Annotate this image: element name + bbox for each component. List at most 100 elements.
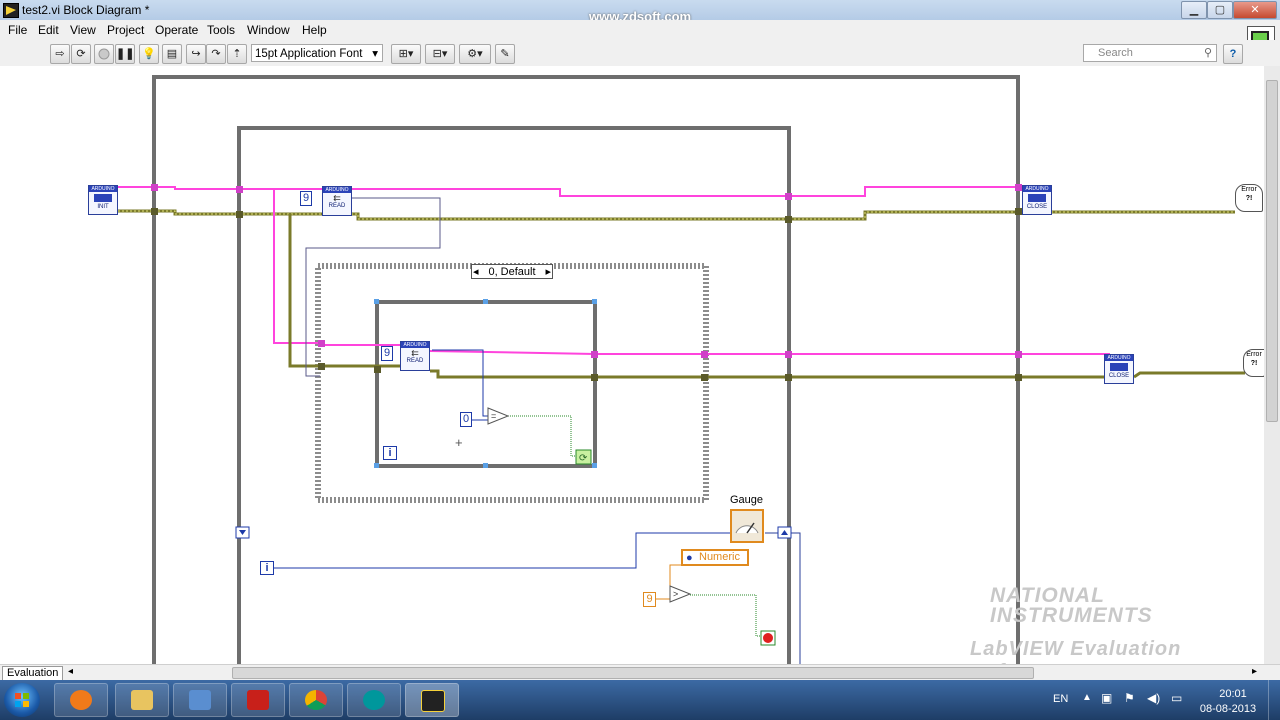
exclamation-icon: ?! bbox=[1245, 195, 1253, 202]
reorder-icon[interactable]: ⚙▾ bbox=[459, 44, 491, 64]
board-icon bbox=[94, 194, 112, 202]
menu-edit[interactable]: Edit bbox=[38, 23, 59, 37]
taskbar-file-explorer[interactable] bbox=[115, 683, 169, 717]
board-icon bbox=[1028, 194, 1046, 202]
svg-text:+: + bbox=[455, 435, 463, 450]
language-indicator[interactable]: EN bbox=[1053, 693, 1068, 705]
read-arrow-icon: ⇇ bbox=[411, 348, 419, 358]
pin-constant-read2[interactable]: 9 bbox=[381, 346, 393, 361]
retain-wire-values-icon[interactable]: ▤ bbox=[162, 44, 182, 64]
block-diagram-canvas[interactable]: = > ⟳ + ◂ 0, Default ▸ ARDUINO INIT ARDU… bbox=[0, 66, 1264, 664]
close-button[interactable]: ✕ bbox=[1233, 1, 1277, 19]
iteration-terminal-outer[interactable]: i bbox=[260, 561, 274, 575]
font-select-value: 15pt Application Font bbox=[255, 48, 363, 60]
case-selector[interactable]: ◂ 0, Default ▸ bbox=[471, 264, 553, 279]
action-center-flag-icon[interactable]: ⚑ bbox=[1124, 691, 1135, 705]
arduino-read-node[interactable]: ARDUINO ⇇ READ bbox=[322, 186, 352, 216]
windows-logo-icon bbox=[15, 693, 29, 707]
show-desktop-button[interactable] bbox=[1268, 680, 1280, 720]
svg-text:⟳: ⟳ bbox=[579, 453, 588, 464]
run-arrow-icon[interactable]: ⇨ bbox=[50, 44, 70, 64]
network-icon[interactable]: ▭ bbox=[1171, 691, 1182, 705]
menu-file[interactable]: File bbox=[8, 23, 27, 37]
evaluation-tab[interactable]: Evaluation bbox=[2, 666, 64, 681]
pause-icon[interactable]: ❚❚ bbox=[115, 44, 135, 64]
horizontal-scroll-thumb[interactable] bbox=[232, 667, 1034, 679]
menu-project[interactable]: Project bbox=[107, 23, 144, 37]
menu-help[interactable]: Help bbox=[302, 23, 327, 37]
font-select[interactable]: 15pt Application Font ▾ bbox=[251, 44, 383, 62]
arduino-close-node[interactable]: ARDUINO CLOSE bbox=[1022, 185, 1052, 215]
taskbar-acrobat[interactable] bbox=[231, 683, 285, 717]
vertical-scroll-thumb[interactable] bbox=[1266, 80, 1278, 422]
taskbar-media-player[interactable] bbox=[54, 683, 108, 717]
numeric-indicator[interactable]: ● Numeric bbox=[681, 549, 749, 566]
abort-icon[interactable] bbox=[94, 44, 114, 64]
exclamation-icon: ?! bbox=[1250, 360, 1258, 367]
chrome-icon bbox=[305, 690, 327, 710]
node-header: ARDUINO bbox=[1023, 186, 1051, 192]
folder-icon bbox=[131, 690, 153, 710]
minimize-button[interactable]: ▁ bbox=[1181, 1, 1207, 19]
step-over-icon[interactable]: ↷ bbox=[206, 44, 226, 64]
tray-device-icon[interactable]: ▣ bbox=[1101, 691, 1112, 705]
pdf-icon bbox=[247, 690, 269, 710]
error-handler-node[interactable]: Error?! bbox=[1235, 184, 1263, 212]
globe-icon: ● bbox=[686, 552, 693, 564]
distribute-objects-icon[interactable]: ⊟▾ bbox=[425, 44, 455, 64]
menu-operate[interactable]: Operate bbox=[155, 23, 198, 37]
maximize-button[interactable]: ▢ bbox=[1207, 1, 1233, 19]
vertical-scrollbar[interactable] bbox=[1264, 66, 1280, 664]
clean-up-diagram-icon[interactable]: ✎ bbox=[495, 44, 515, 64]
help-button[interactable]: ? bbox=[1223, 44, 1243, 64]
node-label: READ bbox=[328, 203, 346, 209]
taskbar-chrome[interactable] bbox=[289, 683, 343, 717]
board-icon bbox=[1110, 363, 1128, 371]
outer-while-loop bbox=[152, 75, 1020, 664]
labview-evaluation-watermark: LabVIEW Evaluation Software bbox=[970, 638, 1182, 664]
search-input[interactable]: Search ⚲ bbox=[1083, 44, 1217, 62]
horizontal-scrollbar[interactable]: Evaluation ◂ ▸ bbox=[0, 664, 1280, 681]
error-handler-node-2[interactable]: Error?! bbox=[1243, 349, 1264, 377]
chevron-down-icon: ▾ bbox=[372, 48, 378, 60]
arduino-close-node-2[interactable]: ARDUINO CLOSE bbox=[1104, 354, 1134, 384]
taskbar-control-panel[interactable] bbox=[173, 683, 227, 717]
menu-tools[interactable]: Tools bbox=[207, 23, 235, 37]
taskbar-labview[interactable] bbox=[405, 683, 459, 717]
compare-constant[interactable]: 0 bbox=[460, 412, 472, 427]
svg-text:=: = bbox=[491, 411, 496, 421]
gauge-label: Gauge bbox=[730, 494, 764, 506]
scroll-right-icon[interactable]: ▸ bbox=[1252, 666, 1257, 677]
control-panel-icon bbox=[189, 690, 211, 710]
media-player-icon bbox=[70, 690, 92, 710]
gauge-icon bbox=[735, 522, 759, 534]
step-out-icon[interactable]: ⇡ bbox=[227, 44, 247, 64]
case-next-icon[interactable]: ▸ bbox=[545, 265, 551, 280]
run-continuously-icon[interactable]: ⟳ bbox=[71, 44, 91, 64]
numeric-constant[interactable]: 9 bbox=[643, 592, 656, 607]
error-label: Error bbox=[1241, 186, 1257, 193]
volume-icon[interactable]: ◀) bbox=[1147, 691, 1160, 705]
pin-constant-read1[interactable]: 9 bbox=[300, 191, 312, 206]
highlight-execution-icon[interactable]: 💡 bbox=[139, 44, 159, 64]
menu-window[interactable]: Window bbox=[247, 23, 290, 37]
title-bar: test2.vi Block Diagram * www.zdsoft.com … bbox=[0, 0, 1280, 24]
start-button[interactable] bbox=[4, 683, 40, 717]
taskbar-arduino[interactable] bbox=[347, 683, 401, 717]
ni-logo-watermark: NATIONAL INSTRUMENTS bbox=[990, 585, 1153, 627]
node-label: READ bbox=[406, 358, 424, 364]
arduino-read-node-inner[interactable]: ARDUINO ⇇ READ bbox=[400, 341, 430, 371]
ni-watermark-line2: INSTRUMENTS bbox=[990, 604, 1153, 627]
menu-view[interactable]: View bbox=[70, 23, 96, 37]
tray-arrow-icon[interactable]: ▲ bbox=[1082, 692, 1092, 703]
scroll-left-icon[interactable]: ◂ bbox=[68, 666, 73, 677]
search-icon[interactable]: ⚲ bbox=[1204, 45, 1212, 61]
step-into-icon[interactable]: ↪ bbox=[186, 44, 206, 64]
clock-time[interactable]: 20:01 bbox=[1213, 688, 1253, 700]
gauge-terminal[interactable] bbox=[730, 509, 764, 543]
iteration-terminal-inner[interactable]: i bbox=[383, 446, 397, 460]
arduino-init-node[interactable]: ARDUINO INIT bbox=[88, 185, 118, 215]
clock-date[interactable]: 08-08-2013 bbox=[1198, 703, 1258, 715]
case-prev-icon[interactable]: ◂ bbox=[473, 265, 479, 280]
align-objects-icon[interactable]: ⊞▾ bbox=[391, 44, 421, 64]
